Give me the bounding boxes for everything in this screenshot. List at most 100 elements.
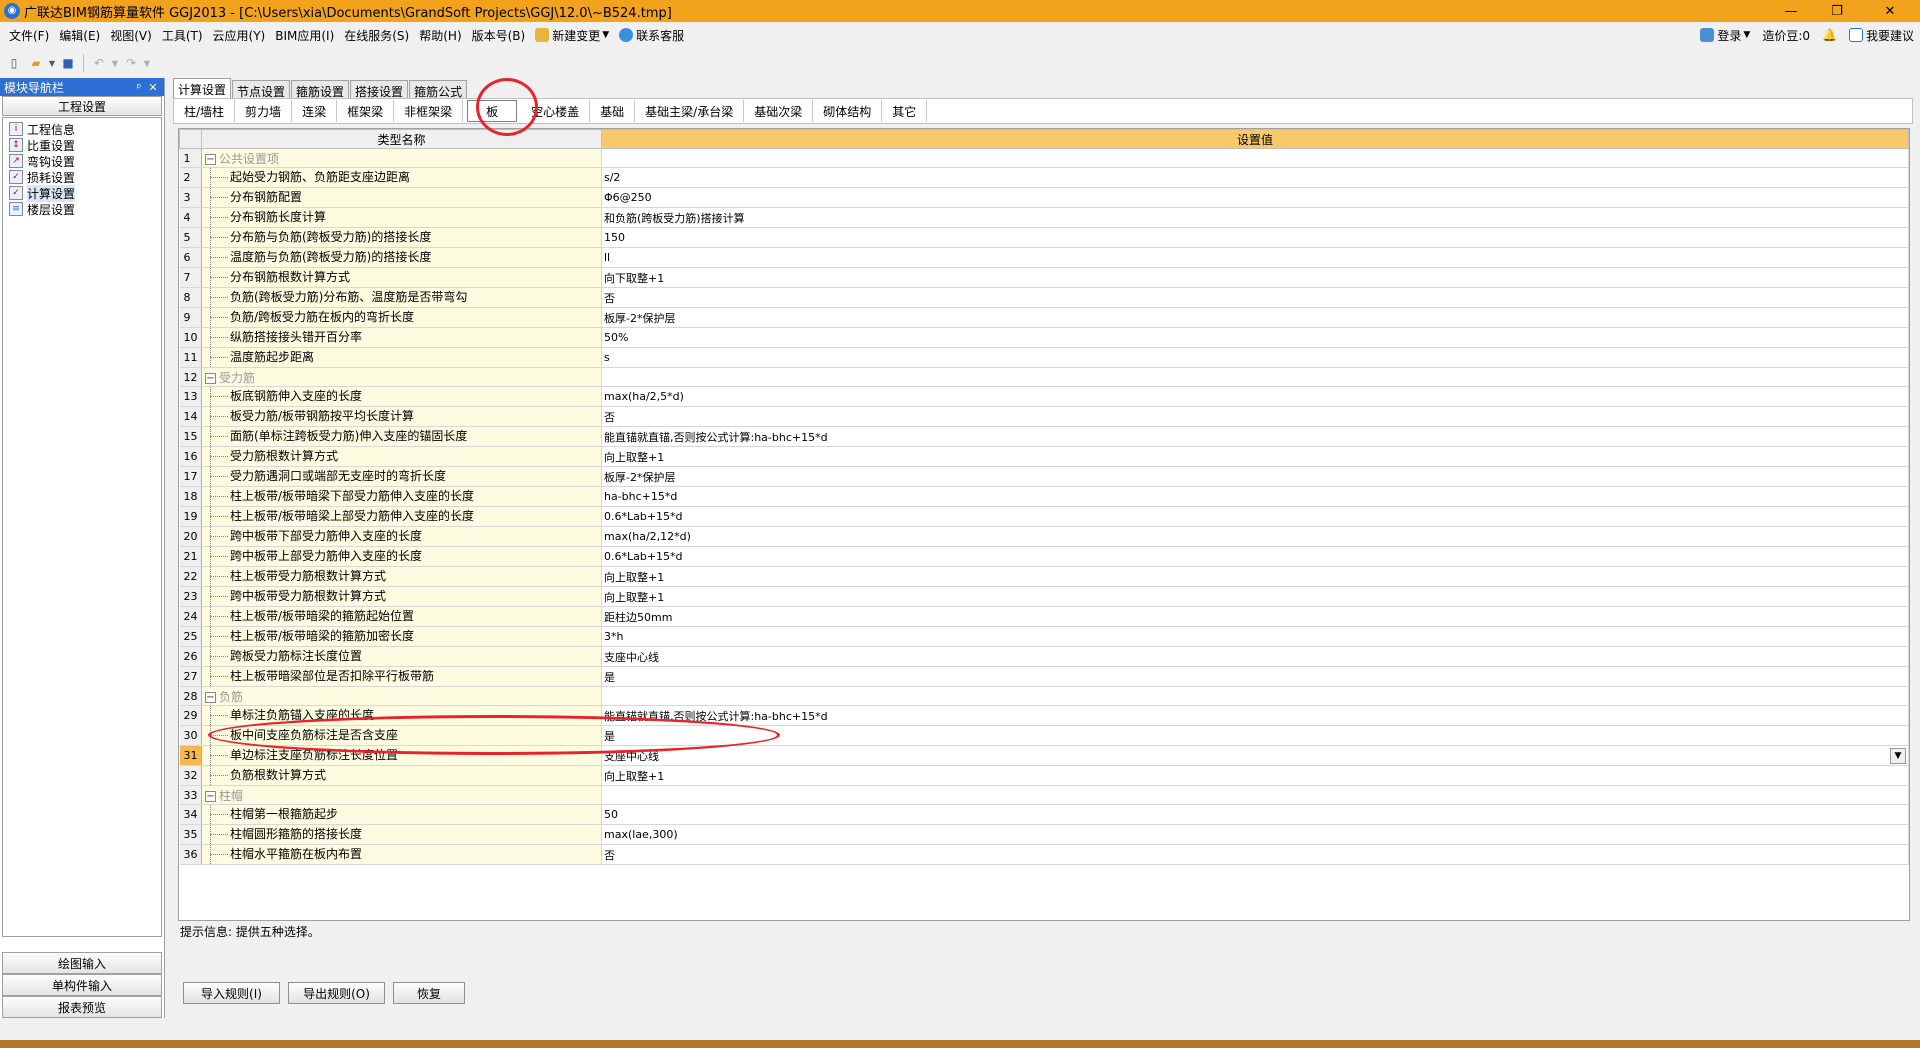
tab-calc-settings[interactable]: 计算设置 [173, 78, 232, 98]
new-file-icon[interactable]: ▯ [4, 53, 24, 73]
minimize-button[interactable]: — [1768, 0, 1814, 22]
table-row[interactable]: 26 跨板受力筋标注长度位置 支座中心线 [179, 646, 1909, 667]
collapse-icon[interactable]: − [205, 790, 216, 802]
notification-bell-icon[interactable]: 🔔 [1816, 22, 1843, 48]
open-folder-icon[interactable]: ▰ [26, 53, 46, 73]
category-cell[interactable]: − 受力筋 [201, 367, 602, 387]
table-row[interactable]: 13 板底钢筋伸入支座的长度 max(ha/2,5*d) [179, 386, 1909, 407]
table-row[interactable]: 2 起始受力钢筋、负筋距支座边距离 s/2 [179, 167, 1909, 188]
setting-value-cell[interactable]: max(ha/2,12*d) [601, 526, 1909, 547]
chevron-down-icon[interactable]: ▼ [48, 53, 56, 73]
tab-masonry[interactable]: 砌体结构 [813, 100, 883, 122]
import-rules-button[interactable]: 导入规则(I) [183, 982, 280, 1004]
menu-online[interactable]: 在线服务(S) [339, 22, 414, 48]
menu-view[interactable]: 视图(V) [105, 22, 157, 48]
redo-icon[interactable]: ↷ [121, 53, 141, 73]
drawing-input-section[interactable]: 绘图输入 [2, 952, 162, 974]
tab-coupling-beam[interactable]: 连梁 [292, 100, 338, 122]
setting-value-cell[interactable]: 能直锚就直锚,否则按公式计算:ha-bhc+15*d [601, 705, 1909, 726]
setting-value-cell[interactable]: 板厚-2*保护层 [601, 466, 1909, 487]
table-row[interactable]: 7 分布钢筋根数计算方式 向下取整+1 [179, 267, 1909, 288]
table-row[interactable]: 20 跨中板带下部受力筋伸入支座的长度 max(ha/2,12*d) [179, 526, 1909, 547]
setting-value-cell[interactable]: 是 [601, 725, 1909, 746]
setting-value-cell[interactable]: s/2 [601, 167, 1909, 188]
collapse-icon[interactable]: − [205, 153, 216, 165]
setting-value-cell[interactable]: ll [601, 247, 1909, 268]
table-row[interactable]: 6 温度筋与负筋(跨板受力筋)的搭接长度 ll [179, 247, 1909, 268]
tab-stirrup-settings[interactable]: 箍筋设置 [291, 80, 350, 99]
dropdown-arrow-icon[interactable]: ▼ [1890, 747, 1906, 764]
table-row[interactable]: 28− 负筋 [179, 686, 1909, 706]
chevron-down-icon[interactable]: ▼ [143, 53, 151, 73]
tab-other[interactable]: 其它 [882, 100, 928, 122]
setting-value-cell[interactable]: 和负筋(跨板受力筋)搭接计算 [601, 207, 1909, 228]
setting-value-cell[interactable]: ▼ 支座中心线 [601, 745, 1909, 766]
tree-item-calc-settings[interactable]: ✓ 计算设置 [9, 184, 155, 202]
menu-tools[interactable]: 工具(T) [157, 22, 208, 48]
setting-value-cell[interactable]: 50% [601, 327, 1909, 348]
setting-value-cell[interactable]: 向上取整+1 [601, 586, 1909, 607]
category-cell[interactable]: − 柱帽 [201, 785, 602, 805]
setting-value-cell[interactable]: Φ6@250 [601, 187, 1909, 208]
menu-file[interactable]: 文件(F) [4, 22, 54, 48]
setting-value-cell[interactable]: 150 [601, 227, 1909, 248]
table-row[interactable]: 29 单标注负筋锚入支座的长度 能直锚就直锚,否则按公式计算:ha-bhc+15*d [179, 705, 1909, 726]
setting-value-cell[interactable]: 能直锚就直锚,否则按公式计算:ha-bhc+15*d [601, 426, 1909, 447]
table-row[interactable]: 34 柱帽第一根箍筋起步 50 [179, 804, 1909, 825]
menu-help[interactable]: 帮助(H) [414, 22, 466, 48]
setting-value-cell[interactable]: 否 [601, 844, 1909, 865]
contact-support-menu[interactable]: 联系客服 [614, 22, 689, 48]
table-row[interactable]: 31 单边标注支座负筋标注长度位置 ▼ 支座中心线 [179, 745, 1909, 766]
table-row[interactable]: 36 柱帽水平箍筋在板内布置 否 [179, 844, 1909, 865]
setting-value-cell[interactable]: 否 [601, 287, 1909, 308]
tab-lap-settings[interactable]: 搭接设置 [350, 80, 409, 99]
tab-shear-wall[interactable]: 剪力墙 [235, 100, 293, 122]
menu-bim[interactable]: BIM应用(I) [270, 22, 339, 48]
table-row[interactable]: 16 受力筋根数计算方式 向上取整+1 [179, 446, 1909, 467]
table-row[interactable]: 32 负筋根数计算方式 向上取整+1 [179, 765, 1909, 786]
menu-edit[interactable]: 编辑(E) [54, 22, 105, 48]
table-row[interactable]: 33− 柱帽 [179, 785, 1909, 805]
table-row[interactable]: 4 分布钢筋长度计算 和负筋(跨板受力筋)搭接计算 [179, 207, 1909, 228]
tab-hollow-floor[interactable]: 空心楼盖 [521, 100, 591, 122]
close-icon[interactable]: ✕ [146, 81, 160, 94]
single-component-section[interactable]: 单构件输入 [2, 974, 162, 996]
menu-version[interactable]: 版本号(B) [467, 22, 531, 48]
table-row[interactable]: 17 受力筋遇洞口或端部无支座时的弯折长度 板厚-2*保护层 [179, 466, 1909, 487]
chevron-down-icon[interactable]: ▼ [111, 53, 119, 73]
table-row[interactable]: 35 柱帽圆形箍筋的搭接长度 max(lae,300) [179, 824, 1909, 845]
report-preview-section[interactable]: 报表预览 [2, 996, 162, 1018]
table-row[interactable]: 12− 受力筋 [179, 367, 1909, 387]
suggest-menu[interactable]: 我要建议 [1843, 22, 1920, 48]
table-row[interactable]: 18 柱上板带/板带暗梁下部受力筋伸入支座的长度 ha-bhc+15*d [179, 486, 1909, 507]
table-row[interactable]: 22 柱上板带受力筋根数计算方式 向上取整+1 [179, 566, 1909, 587]
tree-item-hook[interactable]: ↗ 弯钩设置 [9, 153, 155, 169]
table-row[interactable]: 27 柱上板带暗梁部位是否扣除平行板带筋 是 [179, 666, 1909, 687]
collapse-icon[interactable]: − [205, 691, 216, 703]
setting-value-cell[interactable]: 是 [601, 666, 1909, 687]
setting-value-cell[interactable]: 向上取整+1 [601, 446, 1909, 467]
table-row[interactable]: 19 柱上板带/板带暗梁上部受力筋伸入支座的长度 0.6*Lab+15*d [179, 506, 1909, 527]
setting-value-cell[interactable]: max(lae,300) [601, 824, 1909, 845]
tab-foundation[interactable]: 基础 [590, 100, 636, 122]
tab-stirrup-formula[interactable]: 箍筋公式 [409, 80, 468, 99]
table-row[interactable]: 3 分布钢筋配置 Φ6@250 [179, 187, 1909, 208]
category-cell[interactable]: − 负筋 [201, 686, 602, 706]
setting-value-cell[interactable]: 否 [601, 406, 1909, 427]
tab-foundation-main-beam[interactable]: 基础主梁/承台梁 [635, 100, 745, 122]
table-row[interactable]: 11 温度筋起步距离 s [179, 347, 1909, 368]
table-row[interactable]: 23 跨中板带受力筋根数计算方式 向上取整+1 [179, 586, 1909, 607]
setting-value-cell[interactable]: s [601, 347, 1909, 368]
setting-value-cell[interactable]: 3*h [601, 626, 1909, 647]
tab-slab[interactable]: 板 [467, 100, 518, 122]
table-row[interactable]: 30 板中间支座负筋标注是否含支座 是 [179, 725, 1909, 746]
collapse-icon[interactable]: − [205, 372, 216, 384]
export-rules-button[interactable]: 导出规则(O) [288, 982, 385, 1004]
table-row[interactable]: 14 板受力筋/板带钢筋按平均长度计算 否 [179, 406, 1909, 427]
setting-value-cell[interactable]: 0.6*Lab+15*d [601, 546, 1909, 567]
pin-icon[interactable]: ᵖ [132, 81, 146, 94]
project-settings-section[interactable]: 工程设置 [2, 96, 162, 116]
undo-icon[interactable]: ↶ [89, 53, 109, 73]
tree-item-floor[interactable]: ≡ 楼层设置 [9, 201, 155, 217]
beans-balance[interactable]: 造价豆:0 [1756, 22, 1816, 48]
